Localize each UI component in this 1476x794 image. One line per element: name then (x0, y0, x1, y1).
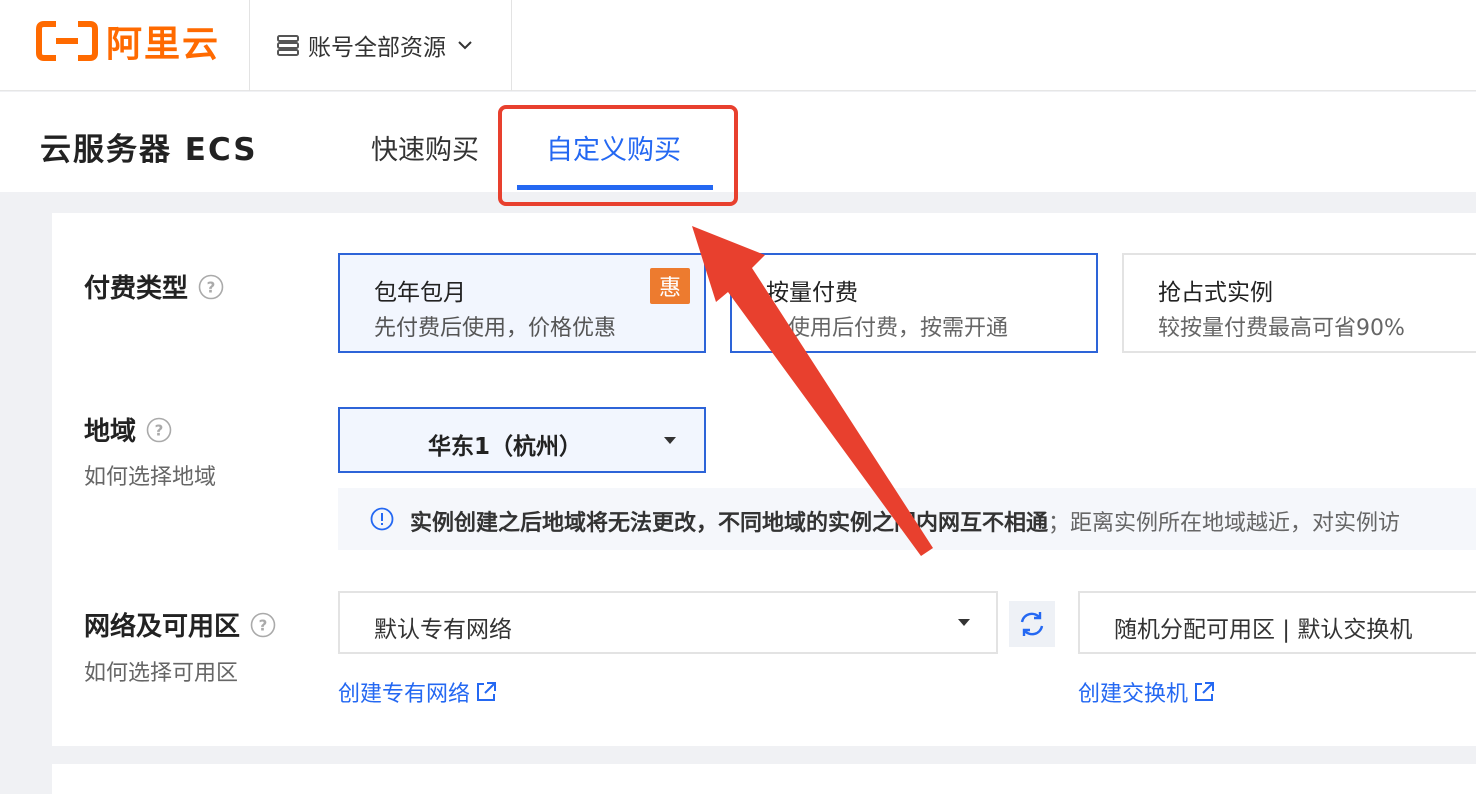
option-title: 包年包月 (374, 280, 466, 306)
how-to-choose-region-link[interactable]: 如何选择地域 (84, 459, 216, 491)
zone-select[interactable]: 随机分配可用区 | 默认交换机 (1078, 591, 1476, 654)
chevron-down-icon (458, 41, 472, 50)
external-link-icon (1195, 682, 1215, 701)
server-stack-icon (277, 35, 299, 56)
tab-quick-buy[interactable]: 快速购买 (371, 128, 479, 167)
billing-option-pay-as-you-go[interactable]: 按量付费 先使用后付费，按需开通 (730, 253, 1098, 353)
network-zone-text: 网络及可用区 (84, 612, 241, 642)
create-vpc-link-text: 创建专有网络 (338, 682, 471, 707)
annotation-highlight-box (498, 105, 738, 206)
account-resources-dropdown[interactable]: 账号全部资源 (276, 28, 474, 62)
divider (249, 0, 250, 91)
region-text: 地域 (84, 417, 137, 447)
page-header: 云服务器 ECS 快速购买 自定义购买 (0, 92, 1476, 192)
refresh-button[interactable] (1009, 601, 1055, 647)
svg-text:?: ? (155, 421, 164, 439)
top-navigation-bar: 阿里云 账号全部资源 (0, 0, 1476, 91)
region-notice: 实例创建之后地域将无法更改，不同地域的实例之间内网互不相通；距离实例所在地域越近… (338, 488, 1476, 550)
aliyun-logo[interactable]: 阿里云 (36, 18, 221, 65)
billing-option-subscription[interactable]: 包年包月 先付费后使用，价格优惠 惠 (338, 253, 706, 353)
zone-selected-value: 随机分配可用区 | 默认交换机 (1114, 617, 1413, 643)
billing-type-label: 付费类型 ? (84, 268, 224, 305)
notice-bold-text: 实例创建之后地域将无法更改，不同地域的实例之间内网互不相通 (410, 511, 1049, 536)
vpc-selected-value: 默认专有网络 (374, 617, 512, 643)
billing-type-text: 付费类型 (84, 274, 189, 304)
region-selected-value: 华东1（杭州） (428, 434, 583, 460)
region-select[interactable]: 华东1（杭州） (338, 407, 706, 473)
help-icon[interactable]: ? (146, 417, 172, 443)
vpc-select[interactable]: 默认专有网络 (338, 591, 998, 654)
option-desc: 先付费后使用，价格优惠 (374, 316, 617, 341)
brand-name: 阿里云 (106, 24, 221, 65)
aliyun-logo-icon (36, 21, 98, 61)
page-title: 云服务器 ECS (40, 132, 258, 168)
svg-text:?: ? (207, 278, 216, 296)
discount-badge: 惠 (650, 268, 690, 304)
help-icon[interactable]: ? (198, 274, 224, 300)
option-desc: 较按量付费最高可省90% (1158, 316, 1405, 341)
account-resources-label: 账号全部资源 (308, 35, 446, 61)
network-zone-label: 网络及可用区 ? (84, 606, 276, 643)
option-title: 抢占式实例 (1158, 280, 1273, 306)
create-switch-link-text: 创建交换机 (1078, 682, 1189, 707)
create-vpc-link[interactable]: 创建专有网络 (338, 676, 498, 708)
option-title: 按量付费 (766, 280, 858, 306)
how-to-choose-zone-link[interactable]: 如何选择可用区 (84, 655, 238, 687)
external-link-icon (477, 682, 497, 701)
billing-option-spot-instance[interactable]: 抢占式实例 较按量付费最高可省90% (1122, 253, 1476, 353)
caret-down-icon (958, 619, 970, 626)
create-switch-link[interactable]: 创建交换机 (1078, 676, 1216, 708)
next-section-card (52, 764, 1476, 794)
divider (511, 0, 512, 91)
region-label: 地域 ? (84, 411, 172, 448)
refresh-icon (1020, 612, 1044, 636)
svg-text:?: ? (259, 616, 268, 634)
help-icon[interactable]: ? (250, 612, 276, 638)
region-notice-text: 实例创建之后地域将无法更改，不同地域的实例之间内网互不相通；距离实例所在地域越近… (410, 505, 1400, 537)
caret-down-icon (664, 437, 676, 444)
option-desc: 先使用后付费，按需开通 (766, 316, 1009, 341)
notice-rest-text: ；距离实例所在地域越近，对实例访 (1048, 511, 1401, 536)
info-icon (370, 507, 394, 531)
